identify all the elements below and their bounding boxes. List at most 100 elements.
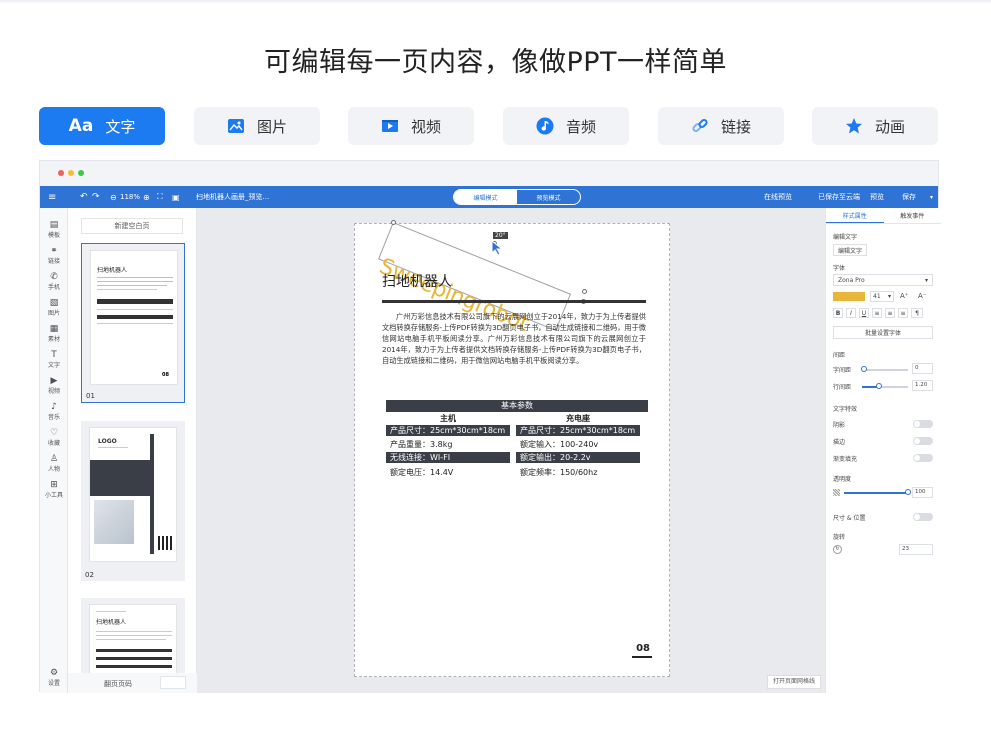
tab-image[interactable]: 图片 [194,107,320,145]
font-grow-icon[interactable]: A⁺ [900,292,908,300]
opacity-knob[interactable] [905,489,911,495]
document-page[interactable]: 20° Sweepingrobot 扫地机器人 广州万彩信息技术有限公司旗下的云… [354,220,670,677]
grid-icon[interactable]: ▣ [172,186,180,208]
zoom-in-icon[interactable]: ⊕ [143,186,150,208]
paragraph-icon[interactable]: ¶ [911,308,923,318]
thumbnail-page-03[interactable]: 扫地机器人 [81,598,185,674]
size-position-toggle[interactable] [913,513,933,521]
page-number: 08 [636,643,650,654]
line-height-knob[interactable] [876,383,882,389]
tab-link[interactable]: 链接 [658,107,784,145]
tab-events[interactable]: 触发事件 [884,208,942,223]
sidebar-item-tools[interactable]: ⊞ 小工具 [40,480,68,499]
shadow-toggle[interactable] [913,420,933,428]
tab-animation[interactable]: 动画 [812,107,938,145]
fit-icon[interactable]: ⛶ [157,186,163,208]
redo-icon[interactable]: ↷ [92,186,100,208]
resize-handle[interactable] [582,289,587,294]
chevron-down-icon[interactable]: ▾ [930,186,933,208]
cloud-save-status[interactable]: 已保存至云端 [818,186,860,208]
align-right-icon[interactable]: ≡ [898,308,908,318]
zoom-out-icon[interactable]: ⊖ [110,186,117,208]
letter-spacing-slider[interactable] [862,369,908,371]
minimize-dot[interactable] [68,170,74,176]
save-button[interactable]: 保存 [902,186,916,208]
preview-mode-tab[interactable]: 预览模式 [517,190,580,204]
sidebar-item-video[interactable]: ▶ 视频 [40,376,68,395]
thumbnail-dark-block [90,460,150,496]
zoom-level[interactable]: 118% [120,186,140,208]
align-center-icon[interactable]: ≡ [885,308,895,318]
chevron-down-icon: ▾ [924,276,928,284]
menu-icon[interactable]: ≡ [48,186,56,208]
letter-spacing-knob[interactable] [861,366,867,372]
online-preview-button[interactable]: 在线预览 [764,186,792,208]
add-page-button[interactable]: 新建空白页 [81,218,183,234]
maximize-dot[interactable] [78,170,84,176]
page-number-bar [632,656,652,658]
sidebar-item-link[interactable]: ⚭ 链接 [40,246,68,265]
sidebar-item-template[interactable]: ▤ 模板 [40,220,68,239]
spacing-label: 间距 [833,352,846,359]
opacity-input[interactable]: 100 [912,487,933,498]
page-title[interactable]: 扫地机器人 [382,271,452,291]
chevron-down-icon: ▾ [887,293,891,300]
gradient-fill-label: 渐变填充 [833,456,858,463]
sidebar-item-text[interactable]: T 文字 [40,350,68,369]
font-select[interactable]: Zona Pro ▾ [833,274,933,286]
align-left-icon[interactable]: ≡ [872,308,882,318]
grid-toggle-button[interactable]: 打开页面网格线 [766,675,821,689]
sidebar-item-material[interactable]: ▦ 素材 [40,324,68,343]
gradient-fill-toggle[interactable] [913,454,933,462]
sidebar-item-settings[interactable]: ⚙ 设置 [40,668,68,687]
letter-spacing-input[interactable]: 0 [912,363,933,374]
document-title[interactable]: 扫地机器人画册_预览... [196,186,269,208]
line-height-input[interactable]: 1.20 [912,380,933,391]
thumbnail-preview: 扫地机器人 08 [90,250,178,385]
tab-audio[interactable]: 音频 [503,107,629,145]
window-titlebar [40,161,938,186]
text-color-swatch[interactable] [833,292,865,301]
tab-style[interactable]: 样式属性 [826,208,884,223]
rotate-input[interactable]: 23 [899,544,933,555]
thumbnail-page-02[interactable]: LOGO 02 [81,421,185,581]
tab-video[interactable]: 视频 [348,107,474,145]
sidebar-item-phone[interactable]: ✆ 手机 [40,272,68,291]
resize-handle[interactable] [391,220,396,225]
italic-icon[interactable]: I [846,308,856,318]
apply-font-all-button[interactable]: 批量设置字体 [833,326,933,339]
stroke-toggle[interactable] [913,437,933,445]
font-size-value: 41 [873,293,881,300]
preview-button[interactable]: 预览 [870,186,884,208]
toolbox-icon: ⊞ [50,480,58,490]
thumbnail-page-01[interactable]: 扫地机器人 08 01 [81,243,185,403]
font-shrink-icon[interactable]: A⁻ [918,292,926,300]
video-icon [381,117,399,135]
table-cell: 产品重量：3.8kg [390,440,453,449]
opacity-slider[interactable] [844,492,908,494]
edit-text-button[interactable]: 编辑文字 [833,244,867,256]
table-cell: 产品尺寸：25cm*30cm*18cm [386,425,510,436]
image-icon: ▧ [49,298,59,308]
editor-window: ≡ ↶ ↷ ⊖ 118% ⊕ ⛶ ▣ 扫地机器人画册_预览... 编辑模式 预览… [39,160,942,693]
page-body-text[interactable]: 广州万彩信息技术有限公司旗下的云展网创立于2014年，致力于为上传者提供文档转换… [382,311,646,366]
sidebar-item-people[interactable]: ♙ 人物 [40,454,68,473]
edit-mode-tab[interactable]: 编辑模式 [454,190,517,204]
tab-label: 动画 [874,117,905,136]
table-cell: 额定输出：20-2.2v [516,452,640,463]
sidebar-item-music[interactable]: ♪ 音乐 [40,402,68,421]
text-aa-icon: Aa [68,116,94,136]
undo-icon[interactable]: ↶ [80,186,88,208]
underline-icon[interactable]: U [859,308,869,318]
font-select-value: Zona Pro [838,276,865,284]
sidebar-item-favorite[interactable]: ♡ 收藏 [40,428,68,447]
page-number-input[interactable] [160,676,186,689]
close-dot[interactable] [58,170,64,176]
font-size-select[interactable]: 41 ▾ [870,291,894,302]
mode-switch[interactable]: 编辑模式 预览模式 [453,189,581,205]
tab-label: 音频 [565,117,596,136]
bold-icon[interactable]: B [833,308,843,318]
sidebar-item-image[interactable]: ▧ 图片 [40,298,68,317]
tab-text[interactable]: Aa 文字 [39,107,165,145]
spec-table[interactable]: 基本参数 主机 充电座 产品尺寸：25cm*30cm*18cm 产品尺寸：25c… [386,400,648,478]
